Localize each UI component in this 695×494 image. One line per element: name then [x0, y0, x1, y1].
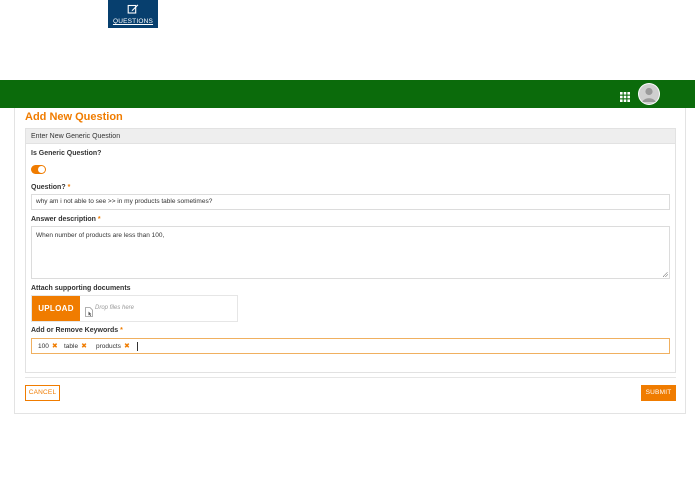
gears-icon — [60, 3, 104, 18]
keywords-label: Add or Remove Keywords * — [31, 327, 123, 334]
file-drop-icon — [85, 304, 93, 317]
edit-icon — [108, 3, 158, 18]
upload-button[interactable]: UPLOAD — [32, 296, 80, 321]
keyword-chip: products ✖ — [93, 341, 133, 352]
search-icon — [10, 3, 52, 18]
section-header: Enter New Generic Question — [26, 129, 675, 144]
keyword-text: 100 — [38, 343, 49, 350]
page-title: Add New Question — [25, 111, 123, 123]
keyword-chip: 100 ✖ — [35, 341, 61, 352]
apps-grid-icon[interactable] — [620, 89, 630, 102]
question-label: Question? * — [31, 184, 70, 191]
user-avatar[interactable] — [638, 83, 660, 105]
nav-search[interactable]: SEARCH — [10, 0, 52, 28]
top-navbar — [0, 80, 695, 108]
nav-search-label: SEARCH — [16, 18, 46, 25]
keyword-text: table — [64, 343, 79, 350]
cancel-button[interactable]: CANCEL — [25, 385, 60, 401]
required-mark: * — [67, 184, 71, 191]
remove-keyword-icon[interactable]: ✖ — [52, 343, 58, 350]
question-label-text: Question? — [31, 184, 66, 191]
nav-configure[interactable]: CONFIGURE — [60, 0, 104, 28]
answer-textarea[interactable]: When number of products are less than 10… — [31, 226, 670, 279]
required-mark: * — [120, 327, 123, 334]
drop-files-placeholder: Drop files here — [95, 305, 135, 311]
nav-configure-label: CONFIGURE — [61, 18, 103, 25]
attach-label: Attach supporting documents — [31, 285, 131, 292]
question-input[interactable]: why am i not able to see >> in my produc… — [31, 194, 670, 210]
resize-grip-icon[interactable] — [663, 272, 668, 277]
keyword-text: products — [96, 343, 121, 350]
keywords-label-text: Add or Remove Keywords — [31, 327, 119, 334]
nav-questions-label: QUESTIONS — [112, 18, 154, 25]
remove-keyword-icon[interactable]: ✖ — [124, 343, 130, 350]
nav-questions[interactable]: QUESTIONS — [108, 0, 158, 28]
generic-question-label: Is Generic Question? — [31, 150, 102, 157]
answer-text: When number of products are less than 10… — [36, 232, 165, 239]
user-icon — [639, 84, 659, 104]
toggle-knob — [38, 166, 45, 173]
generic-question-toggle[interactable] — [31, 165, 46, 174]
remove-keyword-icon[interactable]: ✖ — [81, 343, 87, 350]
submit-button[interactable]: SUBMIT — [641, 385, 676, 401]
actions-divider — [25, 377, 676, 378]
keyword-chip: table ✖ — [61, 341, 90, 352]
answer-label: Answer description * — [31, 216, 101, 223]
keywords-input[interactable]: 100 ✖ table ✖ products ✖ — [31, 338, 670, 354]
text-caret — [137, 342, 138, 351]
required-mark: * — [97, 216, 101, 223]
answer-label-text: Answer description — [31, 216, 96, 223]
